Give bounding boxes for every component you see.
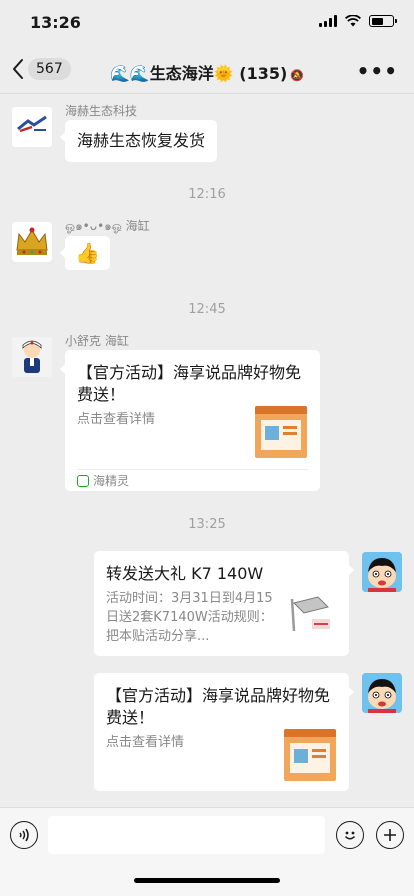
card-source: 海精灵 xyxy=(77,469,308,491)
chat-title-text: 🌊🌊生态海洋🌞 (135) xyxy=(109,64,288,83)
smiley-icon xyxy=(344,831,356,840)
avatar[interactable] xyxy=(362,673,402,713)
share-card[interactable]: 【官方活动】海享说品牌好物免费送！ 点击查看详情 海精灵 xyxy=(60,350,320,491)
nav-bar: 567 🌊🌊生态海洋🌞 (135) 🔕 ••• xyxy=(0,46,414,94)
avatar[interactable] xyxy=(12,222,52,262)
more-functions-button[interactable] xyxy=(376,821,404,849)
card-thumbnail xyxy=(255,406,307,458)
thumbs-up-emoji: 👍 xyxy=(75,241,100,265)
chat-area[interactable]: 海赫生态科技 海赫生态恢复发货 12:16 ஓ๑•ᴗ•๑ஓ 海缸 👍 12:45 xyxy=(0,95,414,807)
avatar[interactable] xyxy=(12,107,52,147)
plus-icon xyxy=(384,829,396,841)
home-indicator[interactable] xyxy=(134,878,280,883)
battery-icon xyxy=(369,15,397,27)
message-bubble[interactable]: 海赫生态恢复发货 xyxy=(59,120,218,162)
sender-name: 海赫生态科技 xyxy=(65,104,138,118)
time-divider: 12:45 xyxy=(188,302,226,317)
chat-title: 🌊🌊生态海洋🌞 (135) 🔕 xyxy=(0,60,414,84)
time-divider: 13:25 xyxy=(188,517,226,532)
emoji-bubble[interactable]: 👍 xyxy=(60,236,110,270)
share-card[interactable]: 【官方活动】海享说品牌好物免费送！ 点击查看详情 xyxy=(94,673,354,791)
mini-program-icon xyxy=(77,474,89,487)
sender-name: ஓ๑•ᴗ•๑ஓ 海缸 xyxy=(65,219,150,233)
share-card[interactable]: 转发送大礼 K7 140W 活动时间：3月31日到4月15日送2套K7140W活… xyxy=(94,551,354,656)
status-time: 13:26 xyxy=(30,13,81,32)
sender-name: 小舒克 海缸 xyxy=(65,334,129,348)
avatar[interactable] xyxy=(362,552,402,592)
status-icons xyxy=(319,15,397,27)
card-title: 转发送大礼 K7 140W xyxy=(106,564,264,583)
card-thumbnail xyxy=(284,729,336,781)
message-input[interactable] xyxy=(48,816,325,854)
signal-icon xyxy=(319,15,337,27)
card-title: 【官方活动】海享说品牌好物免费送！ xyxy=(77,363,302,404)
more-button[interactable]: ••• xyxy=(357,59,398,83)
avatar[interactable] xyxy=(12,337,52,377)
emoji-button[interactable] xyxy=(336,821,364,849)
voice-button[interactable] xyxy=(10,821,38,849)
voice-icon xyxy=(19,828,29,842)
card-source-name: 海精灵 xyxy=(93,474,130,488)
mute-icon: 🔕 xyxy=(290,69,305,82)
card-title: 【官方活动】海享说品牌好物免费送！ xyxy=(106,686,331,727)
wifi-icon xyxy=(345,15,361,27)
card-description: 活动时间：3月31日到4月15日送2套K7140W活动规则：把本贴活动分享... xyxy=(106,591,273,644)
card-thumbnail xyxy=(284,589,336,641)
time-divider: 12:16 xyxy=(188,187,226,202)
status-bar: 13:26 xyxy=(0,0,414,46)
